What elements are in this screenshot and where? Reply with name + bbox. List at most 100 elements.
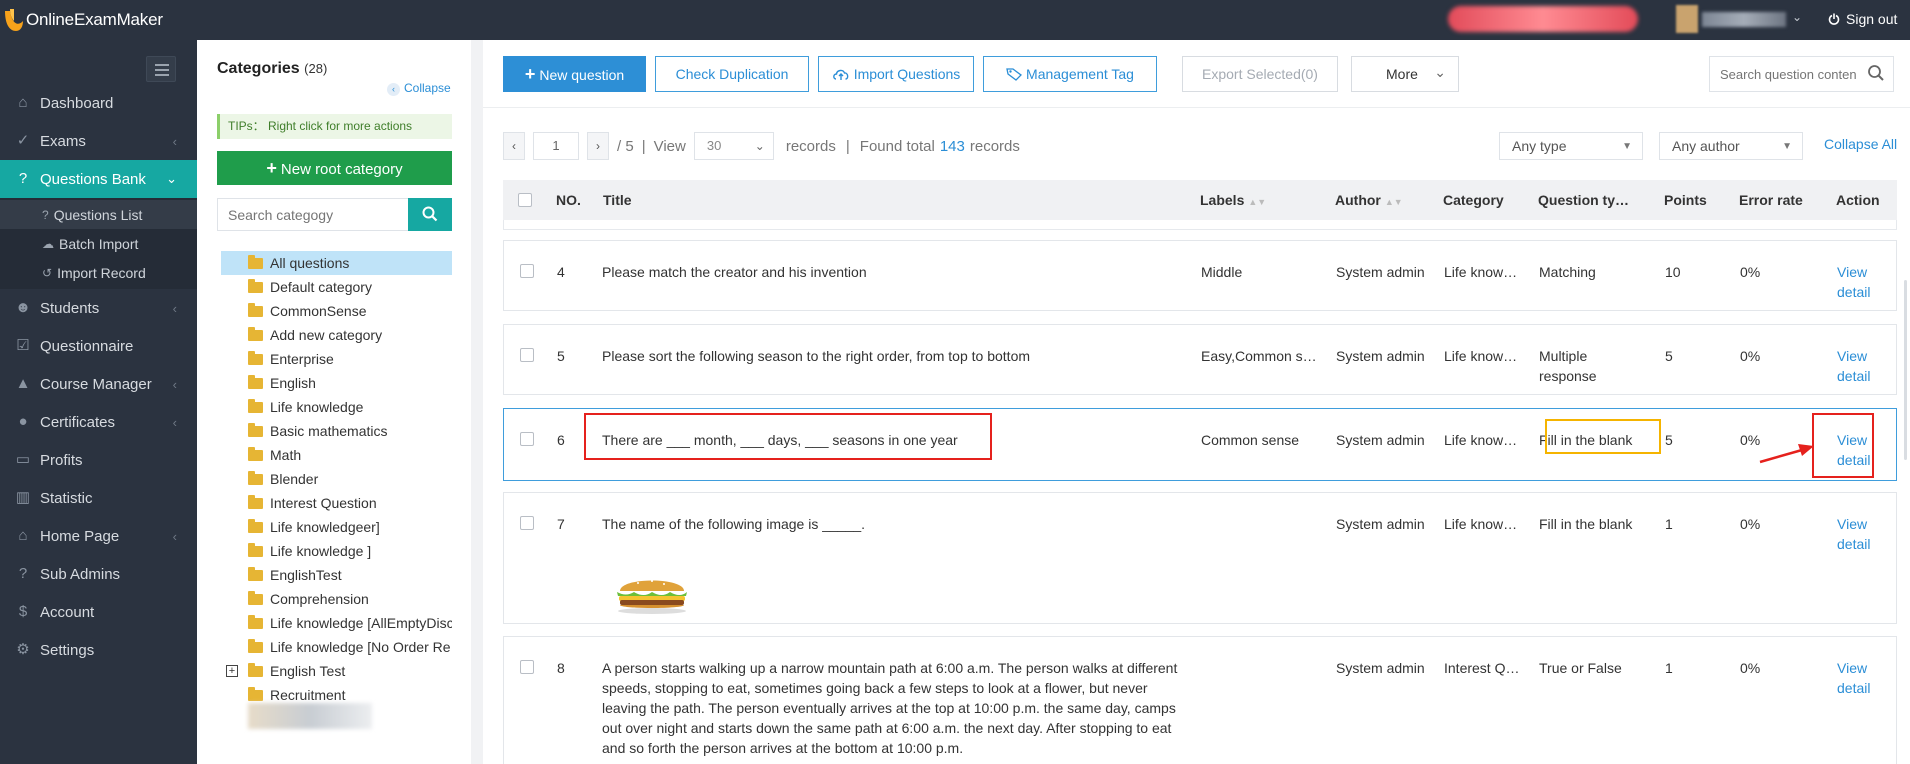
tree-item[interactable]: Life knowledge [No Order Re <box>221 635 452 659</box>
table-row[interactable]: 8 A person starts walking up a narrow mo… <box>503 636 1897 764</box>
row-points: 5 <box>1665 348 1673 364</box>
sidebar-item-dashboard[interactable]: ⌂ Dashboard <box>0 84 197 122</box>
tree-item[interactable]: + English Test <box>221 659 452 683</box>
sidebar-subitem-import-record[interactable]: ↺ Import Record <box>0 258 197 287</box>
history-icon: ↺ <box>42 265 53 280</box>
tree-item[interactable]: Default category <box>221 275 452 299</box>
import-questions-label: Import Questions <box>853 66 961 82</box>
collapse-button[interactable]: ‹ Collapse <box>387 81 451 96</box>
expand-icon[interactable]: + <box>226 665 238 677</box>
table-row[interactable]: 5 Please sort the following season to th… <box>503 324 1897 395</box>
type-filter-select[interactable]: Any type ▼ <box>1499 132 1643 160</box>
row-no: 8 <box>557 660 565 676</box>
tree-item[interactable]: Interest Question <box>221 491 452 515</box>
sidebar-item-students[interactable]: ☻ Students ‹ <box>0 289 197 327</box>
search-icon[interactable] <box>1867 64 1885 82</box>
tree-item[interactable]: Life knowledge [AllEmptyDisc <box>221 611 452 635</box>
table-row[interactable]: 7 The name of the following image is ___… <box>503 492 1897 624</box>
redacted-username[interactable] <box>1702 12 1786 27</box>
sidebar-item-settings[interactable]: ⚙ Settings <box>0 631 197 669</box>
tree-item-label: All questions <box>270 255 350 271</box>
folder-icon <box>248 638 263 653</box>
tree-item-label: CommonSense <box>270 303 367 319</box>
category-search-input[interactable] <box>218 199 408 230</box>
annotation-title-box <box>584 413 992 460</box>
folder-icon <box>248 446 263 461</box>
row-checkbox[interactable] <box>520 348 534 362</box>
subitem-label: Import Record <box>57 264 146 281</box>
sidebar-item-statistic[interactable]: ▥ Statistic <box>0 479 197 517</box>
folder-icon <box>248 590 263 605</box>
sidebar-subitem-batch-import[interactable]: ☁ Batch Import <box>0 229 197 258</box>
row-points: 1 <box>1665 660 1673 676</box>
row-question-type: True or False <box>1539 660 1622 676</box>
row-checkbox[interactable] <box>520 660 534 674</box>
category-search-button[interactable] <box>408 198 452 231</box>
sidebar-item-sub-admins[interactable]: ? Sub Admins <box>0 555 197 593</box>
new-question-button[interactable]: + New question <box>503 56 646 92</box>
tree-item[interactable]: All questions <box>221 251 452 275</box>
prev-page-button[interactable]: ‹ <box>503 132 525 160</box>
tree-item[interactable]: Enterprise <box>221 347 452 371</box>
menu-toggle-icon[interactable] <box>146 56 176 82</box>
avatar[interactable] <box>1676 5 1698 33</box>
import-questions-button[interactable]: Import Questions <box>818 56 974 92</box>
row-checkbox[interactable] <box>520 516 534 530</box>
more-dropdown[interactable]: More ⌄ <box>1351 56 1459 92</box>
categories-count: (28) <box>304 61 328 76</box>
row-checkbox[interactable] <box>520 432 534 446</box>
row-checkbox[interactable] <box>520 264 534 278</box>
sidebar-item-account[interactable]: $ Account <box>0 593 197 631</box>
sidebar-item-questions-bank[interactable]: ? Questions Bank ⌄ <box>0 160 197 198</box>
chevron-down-icon[interactable]: ⌄ <box>1792 10 1802 24</box>
chevron-left-icon: ‹ <box>172 528 177 544</box>
header-author[interactable]: Author ▲▼ <box>1335 180 1403 220</box>
collapse-all-link[interactable]: Collapse All <box>1824 136 1897 152</box>
tree-item[interactable]: Blender <box>221 467 452 491</box>
sign-out-button[interactable]: Sign out <box>1828 11 1897 27</box>
header-labels[interactable]: Labels ▲▼ <box>1200 180 1266 220</box>
new-root-category-button[interactable]: + New root category <box>217 151 452 185</box>
page-input[interactable]: 1 <box>533 132 579 160</box>
tree-item[interactable]: Life knowledge <box>221 395 452 419</box>
sidebar-item-course-manager[interactable]: ▲ Course Manager ‹ <box>0 365 197 403</box>
check-duplication-button[interactable]: Check Duplication <box>655 56 809 92</box>
view-detail-link[interactable]: View detail <box>1837 346 1870 386</box>
export-selected-button[interactable]: Export Selected(0) <box>1182 56 1338 92</box>
scrollbar[interactable] <box>1904 280 1907 460</box>
app-logo[interactable]: OnlineExamMaker <box>0 0 163 40</box>
tree-item[interactable]: CommonSense <box>221 299 452 323</box>
table-row[interactable]: 4 Please match the creator and his inven… <box>503 240 1897 311</box>
question-search-input[interactable] <box>1710 57 1856 91</box>
sidebar-item-exams[interactable]: ✓ Exams ‹ <box>0 122 197 160</box>
tree-item[interactable]: EnglishTest <box>221 563 452 587</box>
sidebar-item-home-page[interactable]: ⌂ Home Page ‹ <box>0 517 197 555</box>
sidebar-item-questionnaire[interactable]: ☑ Questionnaire <box>0 327 197 365</box>
sort-icon: ▲▼ <box>1384 197 1403 207</box>
management-tag-button[interactable]: Management Tag <box>983 56 1157 92</box>
categories-panel: Categories (28) ‹ Collapse TIPs： Right cl… <box>197 40 471 764</box>
view-detail-link[interactable]: View detail <box>1837 658 1870 698</box>
select-all-checkbox[interactable] <box>518 193 532 207</box>
view-detail-link[interactable]: View detail <box>1837 514 1870 554</box>
table-row-partial <box>503 220 1897 230</box>
row-no: 7 <box>557 516 565 532</box>
sidebar-item-profits[interactable]: ▭ Profits <box>0 441 197 479</box>
sidebar-item-certificates[interactable]: ● Certificates ‹ <box>0 403 197 441</box>
per-page-select[interactable]: 30 ⌄ <box>693 132 774 160</box>
table-row-selected[interactable]: 6 There are ___ month, ___ days, ___ sea… <box>503 408 1897 481</box>
row-labels: Middle <box>1201 264 1243 280</box>
next-page-button[interactable]: › <box>587 132 609 160</box>
tree-item[interactable]: Life knowledge ] <box>221 539 452 563</box>
author-filter-select[interactable]: Any author ▼ <box>1659 132 1803 160</box>
tree-item[interactable]: Comprehension <box>221 587 452 611</box>
tree-item[interactable]: Math <box>221 443 452 467</box>
annotation-action-box <box>1812 413 1874 478</box>
tree-item[interactable]: Basic mathematics <box>221 419 452 443</box>
sidebar-subitem-questions-list[interactable]: ? Questions List <box>0 200 197 229</box>
view-detail-link[interactable]: View detail <box>1837 262 1870 302</box>
tree-item-label: Enterprise <box>270 351 334 367</box>
tree-item[interactable]: Add new category <box>221 323 452 347</box>
tree-item[interactable]: English <box>221 371 452 395</box>
tree-item[interactable]: Life knowledgeer] <box>221 515 452 539</box>
